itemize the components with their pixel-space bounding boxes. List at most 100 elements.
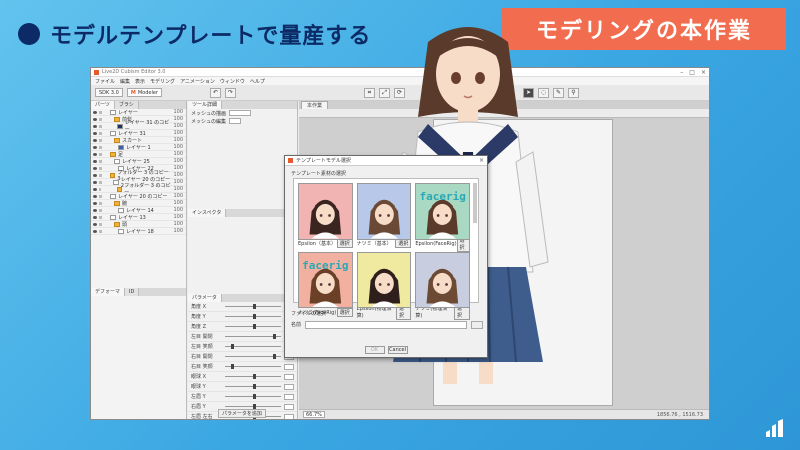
lock-icon[interactable] bbox=[99, 110, 102, 114]
eye-icon[interactable] bbox=[93, 194, 97, 198]
slider-knob[interactable] bbox=[253, 374, 256, 379]
template-card[interactable]: ナツミ(物理演算) 選択 bbox=[415, 251, 470, 321]
menu-item[interactable]: ウィンドウ bbox=[220, 78, 245, 85]
lock-icon[interactable] bbox=[99, 229, 102, 233]
menu-item[interactable]: アニメーション bbox=[180, 78, 215, 85]
menu-item[interactable]: モデリング bbox=[150, 78, 175, 85]
eye-icon[interactable] bbox=[93, 187, 97, 191]
slider-knob[interactable] bbox=[272, 354, 276, 359]
parameter-slider[interactable] bbox=[225, 344, 281, 349]
parameter-slider[interactable] bbox=[225, 324, 281, 329]
slider-knob[interactable] bbox=[230, 364, 234, 369]
template-select-button[interactable]: 選択 bbox=[395, 239, 412, 249]
eye-icon[interactable] bbox=[93, 138, 97, 142]
name-input[interactable] bbox=[305, 320, 467, 329]
lock-icon[interactable] bbox=[99, 194, 102, 198]
tab-parts[interactable]: パーツ bbox=[91, 101, 115, 109]
layer-row[interactable]: レイヤー 13 100 bbox=[91, 214, 186, 221]
tab-id[interactable]: ID bbox=[125, 288, 140, 296]
cancel-button[interactable]: Cancel bbox=[387, 346, 408, 354]
dialog-close-icon[interactable]: × bbox=[479, 157, 484, 164]
template-thumbnail[interactable] bbox=[415, 251, 470, 309]
eye-icon[interactable] bbox=[93, 117, 97, 121]
minimize-icon[interactable]: – bbox=[680, 69, 683, 76]
layer-row[interactable]: レイヤー 1 100 bbox=[91, 144, 186, 151]
menu-item[interactable]: 編集 bbox=[120, 78, 130, 85]
lock-icon[interactable] bbox=[99, 215, 102, 219]
lock-icon[interactable] bbox=[98, 180, 102, 184]
template-card[interactable]: Epsilon（基本） 選択 bbox=[298, 183, 353, 249]
lock-icon[interactable] bbox=[98, 187, 102, 191]
parameter-slider[interactable] bbox=[225, 364, 281, 369]
maximize-icon[interactable]: □ bbox=[689, 69, 695, 76]
layer-row[interactable]: レイヤー 100 bbox=[91, 109, 186, 116]
template-card[interactable]: facerig Epsilon(FaceRig) 選択 bbox=[415, 183, 470, 252]
zoom-field[interactable]: 66.7% bbox=[303, 411, 325, 418]
parameter-value-field[interactable] bbox=[284, 373, 294, 380]
eye-icon[interactable] bbox=[93, 208, 97, 212]
add-parameter-button[interactable]: パラメータを追加 bbox=[218, 409, 266, 418]
mesh-edit-field[interactable] bbox=[229, 118, 242, 124]
template-card[interactable]: facerig ナツミ(FaceRig) 選択 bbox=[298, 251, 353, 317]
parameter-value-field[interactable] bbox=[284, 393, 294, 400]
lock-icon[interactable] bbox=[99, 208, 102, 212]
template-scrollbar[interactable] bbox=[473, 183, 477, 223]
redo-button[interactable]: ↷ bbox=[224, 87, 236, 98]
eye-icon[interactable] bbox=[93, 229, 97, 233]
lock-icon[interactable] bbox=[98, 173, 102, 177]
menu-item[interactable]: ファイル bbox=[95, 78, 115, 85]
slider-knob[interactable] bbox=[253, 394, 256, 399]
template-thumbnail[interactable] bbox=[298, 183, 353, 240]
tab-deformer[interactable]: デフォーマ bbox=[91, 288, 126, 296]
parameter-value-field[interactable] bbox=[284, 403, 294, 410]
lock-icon[interactable] bbox=[99, 145, 102, 149]
menu-item[interactable]: ヘルプ bbox=[250, 78, 265, 85]
template-thumbnail[interactable]: facerig bbox=[298, 251, 353, 309]
parameter-value-field[interactable] bbox=[284, 413, 294, 419]
template-select-button[interactable]: 選択 bbox=[336, 239, 353, 249]
eye-icon[interactable] bbox=[93, 215, 97, 219]
lock-icon[interactable] bbox=[99, 152, 102, 156]
template-thumbnail[interactable] bbox=[356, 183, 412, 240]
parameter-value-field[interactable] bbox=[284, 363, 294, 370]
mesh-draw-field[interactable] bbox=[229, 110, 252, 116]
parameter-value-field[interactable] bbox=[284, 383, 294, 390]
template-select-button[interactable]: 選択 bbox=[336, 307, 353, 317]
lock-icon[interactable] bbox=[99, 138, 102, 142]
template-thumbnail[interactable] bbox=[356, 251, 412, 309]
undo-button[interactable]: ↶ bbox=[209, 87, 221, 98]
eye-icon[interactable] bbox=[93, 145, 97, 149]
document-tab[interactable]: 本作業 bbox=[301, 101, 329, 109]
eye-icon[interactable] bbox=[93, 124, 97, 128]
lock-icon[interactable] bbox=[99, 201, 102, 205]
eye-icon[interactable] bbox=[93, 180, 97, 184]
slider-knob[interactable] bbox=[253, 384, 256, 389]
eye-icon[interactable] bbox=[93, 201, 97, 205]
close-icon[interactable]: × bbox=[701, 69, 706, 76]
parameter-slider[interactable] bbox=[225, 334, 281, 339]
parameter-slider[interactable] bbox=[225, 314, 281, 319]
template-card[interactable]: ナツミ（基本） 選択 bbox=[356, 183, 412, 249]
layer-row[interactable]: レイヤー 18 100 bbox=[91, 228, 186, 235]
slider-knob[interactable] bbox=[272, 334, 276, 339]
lock-icon[interactable] bbox=[99, 166, 102, 170]
ok-button[interactable]: OK bbox=[364, 346, 385, 354]
parameter-slider[interactable] bbox=[225, 384, 281, 389]
eye-icon[interactable] bbox=[93, 159, 97, 163]
lock-icon[interactable] bbox=[99, 222, 102, 226]
parameter-slider[interactable] bbox=[225, 354, 281, 359]
template-thumbnail[interactable]: facerig bbox=[415, 183, 470, 240]
eye-icon[interactable] bbox=[93, 152, 97, 156]
eye-icon[interactable] bbox=[93, 222, 97, 226]
parameter-slider[interactable] bbox=[225, 304, 281, 309]
layer-row[interactable]: レイヤー 20 のコピー 100 bbox=[91, 193, 186, 200]
eye-icon[interactable] bbox=[93, 173, 97, 177]
slider-knob[interactable] bbox=[253, 324, 256, 329]
lock-icon[interactable] bbox=[99, 131, 102, 135]
tab-parameters[interactable]: パラメータ bbox=[188, 294, 222, 302]
eye-icon[interactable] bbox=[93, 166, 97, 170]
tab-tool-detail[interactable]: ツール詳細 bbox=[188, 101, 223, 109]
slider-knob[interactable] bbox=[230, 344, 234, 349]
parameter-slider[interactable] bbox=[225, 404, 281, 409]
lock-icon[interactable] bbox=[98, 124, 102, 128]
